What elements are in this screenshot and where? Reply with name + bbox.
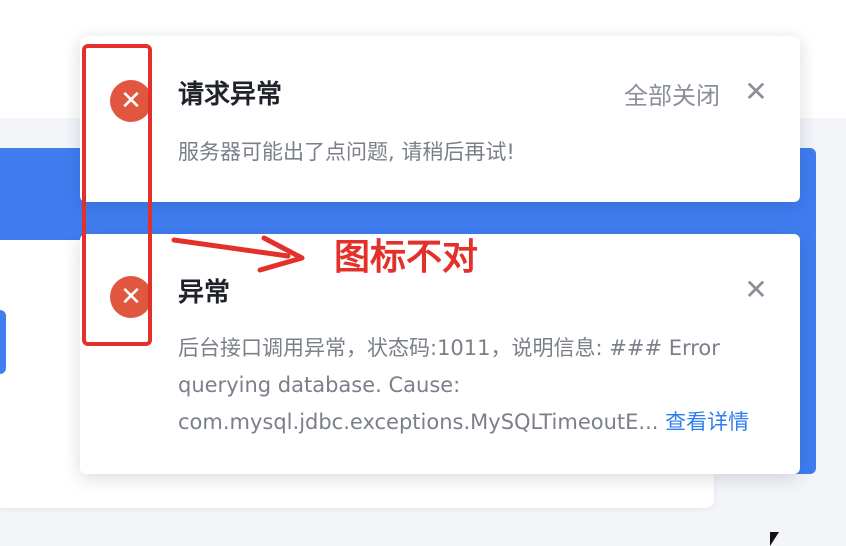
view-details-link[interactable]: 查看详情 <box>665 410 749 434</box>
side-tab-button[interactable] <box>0 310 6 374</box>
notification-title: 异常 <box>178 278 231 308</box>
annotation-highlight-box <box>82 44 152 346</box>
annotation-text: 图标不对 <box>334 237 479 278</box>
mouse-cursor <box>770 532 779 546</box>
notification-title: 请求异常 <box>178 80 283 110</box>
notification-message: 服务器可能出了点问题, 请稍后再试! <box>178 140 515 164</box>
close-icon[interactable]: ✕ <box>742 276 770 304</box>
notification-message-container: 后台接口调用异常，状态码:1011，说明信息: ### Error queryi… <box>178 330 768 441</box>
notification-message: 后台接口调用异常，状态码:1011，说明信息: ### Error queryi… <box>178 336 720 434</box>
annotation-arrow-icon <box>171 235 305 273</box>
close-icon[interactable]: ✕ <box>742 78 770 106</box>
error-notification-request: ✕ 请求异常 全部关闭 ✕ 服务器可能出了点问题, 请稍后再试! <box>80 36 800 202</box>
close-all-button[interactable]: 全部关闭 <box>624 76 720 111</box>
blue-banner-left <box>0 148 82 240</box>
